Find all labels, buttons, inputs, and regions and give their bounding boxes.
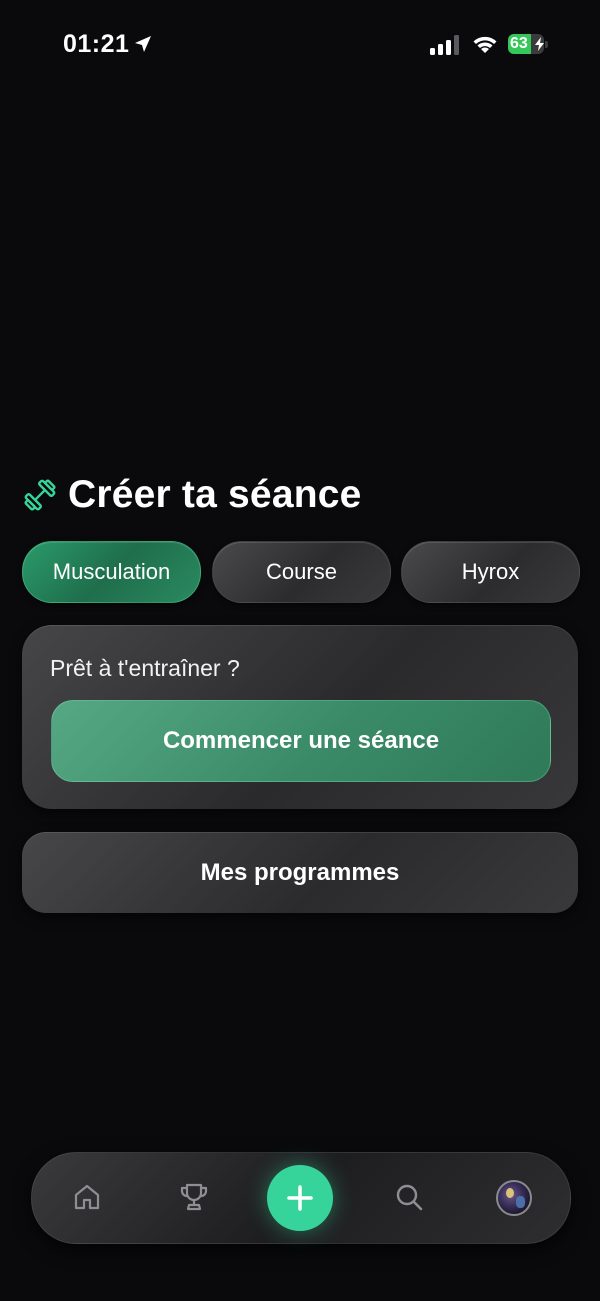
add-button[interactable] (267, 1165, 333, 1231)
start-session-card: Prêt à t'entraîner ? Commencer une séanc… (22, 625, 578, 809)
status-time: 01:21 (63, 30, 130, 58)
card-prompt: Prêt à t'entraîner ? (50, 655, 240, 681)
add-icon (287, 1185, 313, 1211)
tab-course[interactable]: Course (212, 541, 391, 603)
status-bar: 01:21 63 (0, 0, 600, 90)
wifi-icon (473, 36, 497, 53)
battery-level: 63 (510, 35, 528, 52)
my-programs-button[interactable]: Mes programmes (22, 832, 578, 913)
trophy-icon[interactable] (178, 1181, 210, 1213)
location-arrow-icon (135, 36, 151, 52)
tab-hyrox[interactable]: Hyrox (401, 541, 580, 603)
tab-musculation[interactable]: Musculation (22, 541, 201, 603)
battery-charging-icon: 63 (508, 34, 548, 54)
avatar[interactable] (496, 1180, 532, 1216)
search-icon[interactable] (393, 1181, 425, 1213)
dumbbell-icon (24, 479, 56, 511)
bottom-nav (31, 1152, 571, 1244)
page-header: Créer ta séance (22, 470, 362, 520)
home-icon[interactable] (71, 1181, 103, 1213)
bolt-icon (535, 37, 544, 51)
sport-tabs: Musculation Course Hyrox (22, 541, 580, 603)
page-title: Créer ta séance (68, 473, 362, 516)
start-session-button[interactable]: Commencer une séance (51, 700, 551, 782)
cellular-signal-icon (430, 35, 459, 55)
